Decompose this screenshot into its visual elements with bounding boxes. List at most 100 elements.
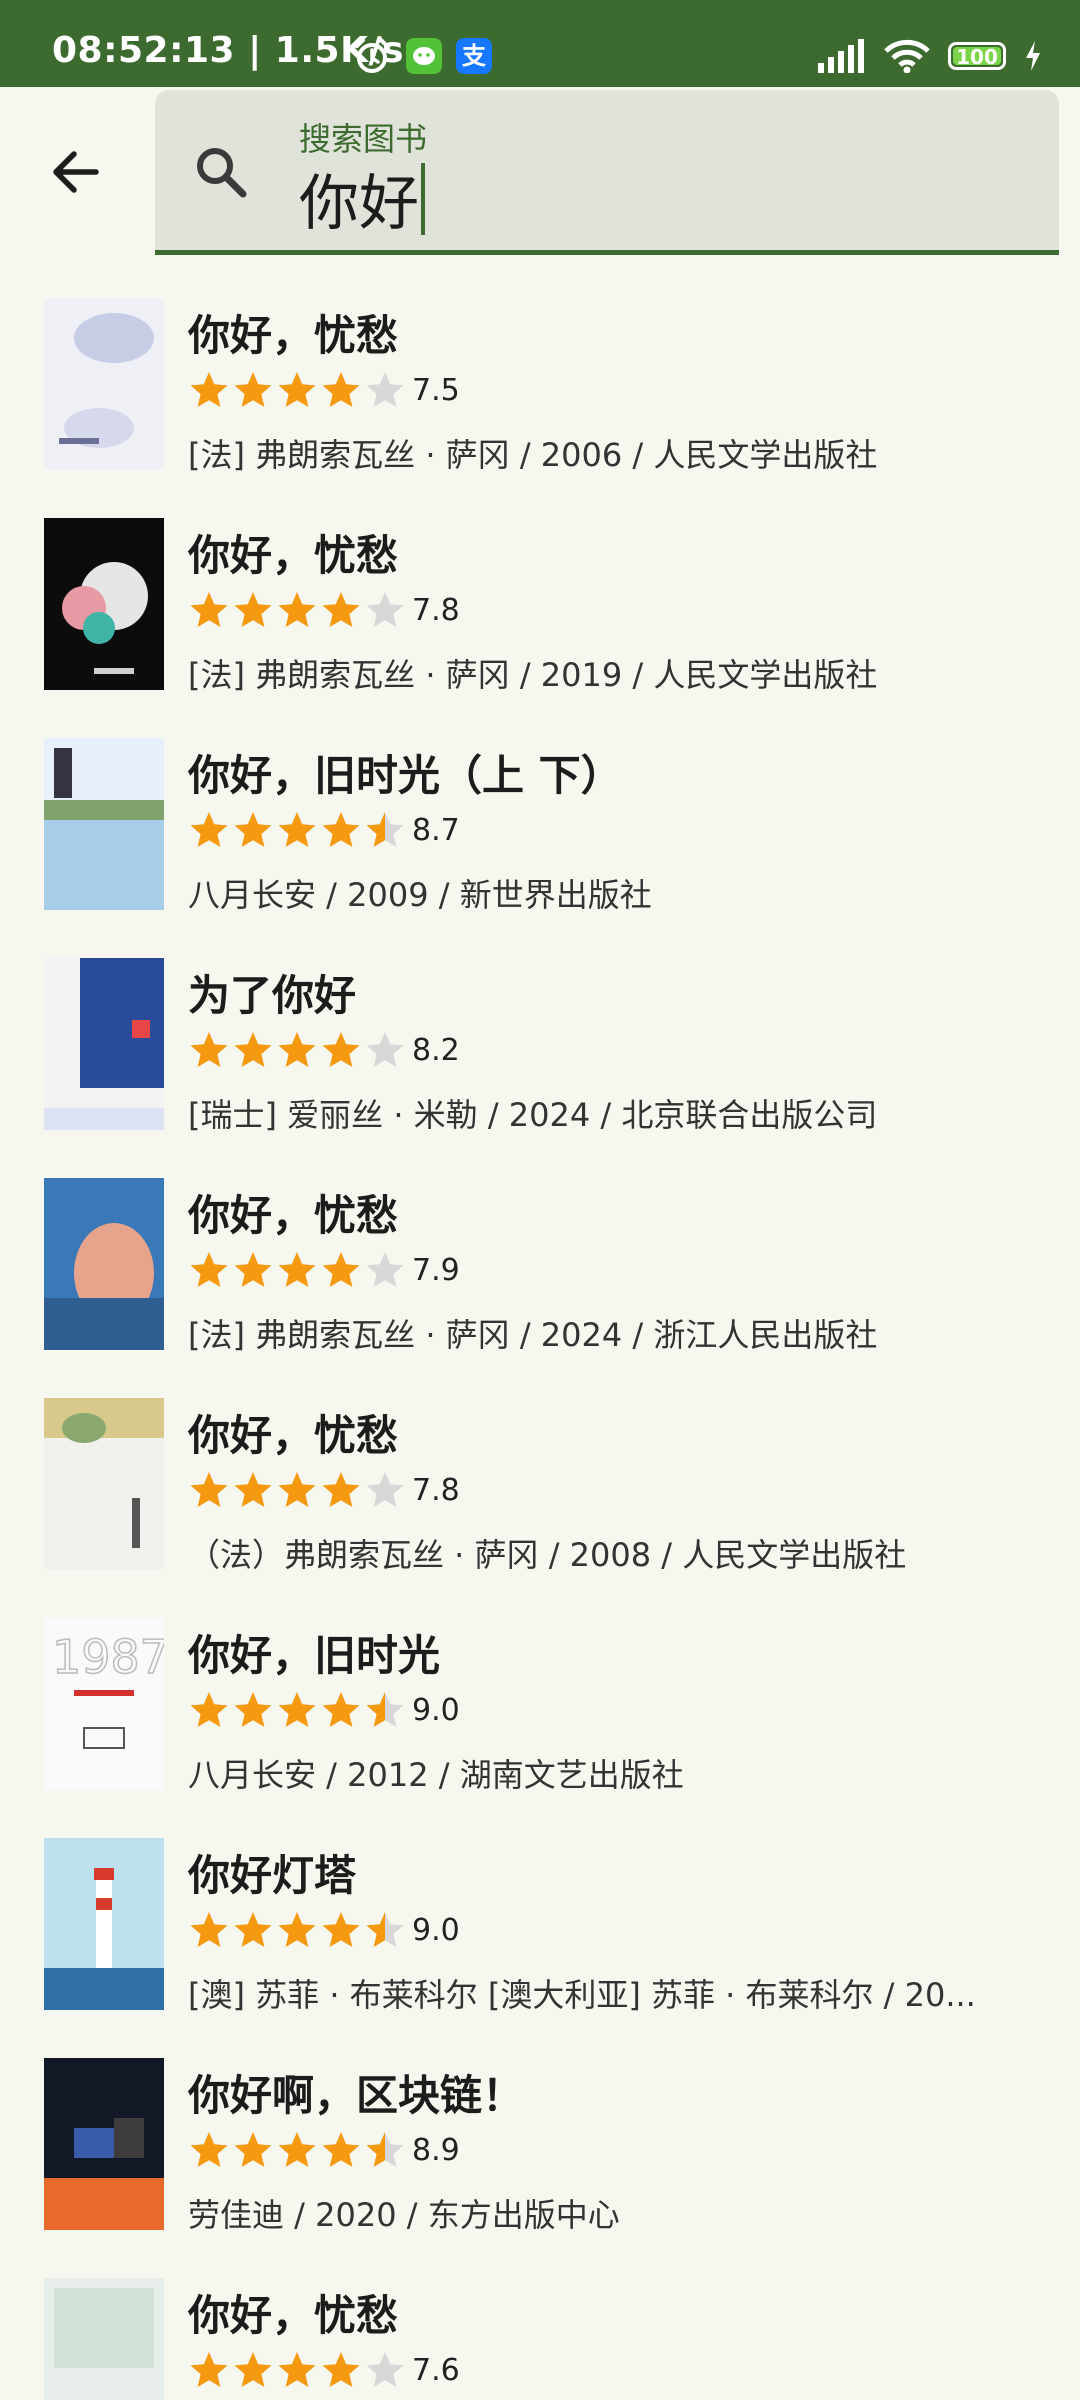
rating-star-icon	[278, 372, 316, 407]
book-rating: 8.2	[188, 1028, 460, 1072]
rating-score: 8.9	[412, 2132, 460, 2168]
rating-star-icon	[278, 2132, 316, 2167]
search-query: 你好	[299, 169, 419, 239]
rating-star-icon	[366, 1252, 404, 1287]
book-rating: 8.9	[188, 2128, 460, 2172]
rating-star-icon	[278, 1032, 316, 1067]
rating-star-icon	[190, 1252, 228, 1287]
book-title: 为了你好	[188, 971, 357, 1020]
book-list-item[interactable]: 你好，忧愁 7.6	[0, 2260, 1080, 2400]
book-cover-image	[44, 958, 164, 1130]
rating-score: 8.7	[412, 812, 460, 848]
rating-star-icon	[190, 2132, 228, 2167]
rating-star-icon	[190, 1692, 228, 1727]
book-list-item[interactable]: 你好，旧时光（上 下） 8.7 八月长安 / 2009 / 新世界出版社	[0, 720, 1080, 940]
status-bar: 08:52:13 | 1.5K/s 支 100	[0, 0, 1080, 87]
rating-star-icon	[366, 372, 404, 407]
rating-star-icon	[190, 1912, 228, 1947]
results-list[interactable]: 你好，忧愁 7.5 [法] 弗朗索瓦丝 · 萨冈 / 2006 / 人民文学出版社你…	[0, 280, 1080, 2400]
book-title: 你好，旧时光（上 下）	[188, 751, 623, 800]
rating-star-icon	[234, 1692, 272, 1727]
rating-score: 7.6	[412, 2352, 460, 2388]
rating-star-icon	[190, 372, 228, 407]
rating-score: 7.9	[412, 1252, 460, 1288]
status-right-group: 100	[816, 36, 1042, 76]
book-cover-image	[44, 738, 164, 910]
book-cover-image: 1987	[44, 1618, 164, 1790]
book-meta: 八月长安 / 2012 / 湖南文艺出版社	[188, 1756, 684, 1794]
rating-star-icon	[366, 1032, 404, 1067]
book-meta: 劳佳迪 / 2020 / 东方出版中心	[188, 2196, 620, 2234]
wifi-icon	[884, 39, 930, 73]
book-cover-image	[44, 518, 164, 690]
book-title: 你好，忧愁	[188, 531, 399, 580]
book-title: 你好啊，区块链！	[188, 2071, 525, 2120]
book-cover-image	[44, 2278, 164, 2400]
rating-star-icon	[278, 2352, 316, 2387]
rating-star-icon	[366, 2132, 404, 2167]
book-title: 你好灯塔	[188, 1851, 357, 1900]
book-list-item[interactable]: 你好，忧愁 7.8 （法）弗朗索瓦丝 · 萨冈 / 2008 / 人民文学出版社	[0, 1380, 1080, 1600]
book-meta: [法] 弗朗索瓦丝 · 萨冈 / 2024 / 浙江人民出版社	[188, 1316, 878, 1354]
book-list-item[interactable]: 你好，忧愁 7.9 [法] 弗朗索瓦丝 · 萨冈 / 2024 / 浙江人民出版社	[0, 1160, 1080, 1380]
rating-star-icon	[322, 592, 360, 627]
rating-star-icon	[322, 2132, 360, 2167]
book-list-item[interactable]: 你好啊，区块链！ 8.9 劳佳迪 / 2020 / 东方出版中心	[0, 2040, 1080, 2260]
book-cover-image	[44, 1838, 164, 2010]
book-rating: 9.0	[188, 1688, 460, 1732]
alipay-app-icon: 支	[456, 38, 492, 74]
rating-star-icon	[322, 1912, 360, 1947]
book-meta: [澳] 苏菲 · 布莱科尔 [澳大利亚] 苏菲 · 布莱科尔 / 20...	[188, 1976, 976, 2014]
rating-star-icon	[366, 812, 404, 847]
book-title: 你好，忧愁	[188, 2291, 399, 2340]
book-meta: （法）弗朗索瓦丝 · 萨冈 / 2008 / 人民文学出版社	[188, 1536, 907, 1574]
rating-star-icon	[190, 1472, 228, 1507]
rating-score: 9.0	[412, 1692, 460, 1728]
rating-star-icon	[278, 1912, 316, 1947]
book-title: 你好，忧愁	[188, 1191, 399, 1240]
book-title: 你好，旧时光	[188, 1631, 441, 1680]
rating-star-icon	[278, 1472, 316, 1507]
rating-star-icon	[322, 1472, 360, 1507]
rating-score: 8.2	[412, 1032, 460, 1068]
book-list-item[interactable]: 1987 你好，旧时光 9.0 八月长安 / 2012 / 湖南文艺出版社	[0, 1600, 1080, 1820]
wechat-app-icon	[406, 38, 442, 74]
back-arrow-icon[interactable]	[44, 140, 108, 204]
book-meta: [法] 弗朗索瓦丝 · 萨冈 / 2019 / 人民文学出版社	[188, 656, 878, 694]
rating-star-icon	[322, 1692, 360, 1727]
book-list-item[interactable]: 你好灯塔 9.0 [澳] 苏菲 · 布莱科尔 [澳大利亚] 苏菲 · 布莱科尔 / …	[0, 1820, 1080, 2040]
book-rating: 7.6	[188, 2348, 460, 2392]
book-title: 你好，忧愁	[188, 1411, 399, 1460]
rating-score: 9.0	[412, 1912, 460, 1948]
rating-star-icon	[234, 372, 272, 407]
text-caret	[421, 162, 425, 235]
rating-star-icon	[366, 1472, 404, 1507]
book-list-item[interactable]: 你好，忧愁 7.5 [法] 弗朗索瓦丝 · 萨冈 / 2006 / 人民文学出版社	[0, 280, 1080, 500]
rating-star-icon	[278, 592, 316, 627]
search-field[interactable]: 搜索图书 你好	[155, 90, 1059, 255]
rating-star-icon	[366, 2352, 404, 2387]
rating-star-icon	[322, 1032, 360, 1067]
rating-star-icon	[234, 1472, 272, 1507]
rating-star-icon	[234, 2352, 272, 2387]
book-list-item[interactable]: 为了你好 8.2 [瑞士] 爱丽丝 · 米勒 / 2024 / 北京联合出版公司	[0, 940, 1080, 1160]
rating-star-icon	[322, 2352, 360, 2387]
svg-text:1987: 1987	[52, 1630, 164, 1684]
rating-star-icon	[322, 372, 360, 407]
book-rating: 8.7	[188, 808, 460, 852]
book-list-item[interactable]: 你好，忧愁 7.8 [法] 弗朗索瓦丝 · 萨冈 / 2019 / 人民文学出版社	[0, 500, 1080, 720]
rating-star-icon	[278, 1692, 316, 1727]
book-cover-image	[44, 1178, 164, 1350]
book-cover-image	[44, 298, 164, 470]
book-meta: 八月长安 / 2009 / 新世界出版社	[188, 876, 652, 914]
rating-star-icon	[322, 812, 360, 847]
rating-star-icon	[322, 1252, 360, 1287]
alarm-icon	[355, 38, 389, 73]
rating-star-icon	[366, 1912, 404, 1947]
rating-star-icon	[190, 1032, 228, 1067]
charging-icon	[1026, 41, 1040, 71]
book-meta: [瑞士] 爱丽丝 · 米勒 / 2024 / 北京联合出版公司	[188, 1096, 878, 1134]
search-input[interactable]: 你好	[299, 155, 425, 242]
book-rating: 9.0	[188, 1908, 460, 1952]
rating-score: 7.8	[412, 1472, 460, 1508]
